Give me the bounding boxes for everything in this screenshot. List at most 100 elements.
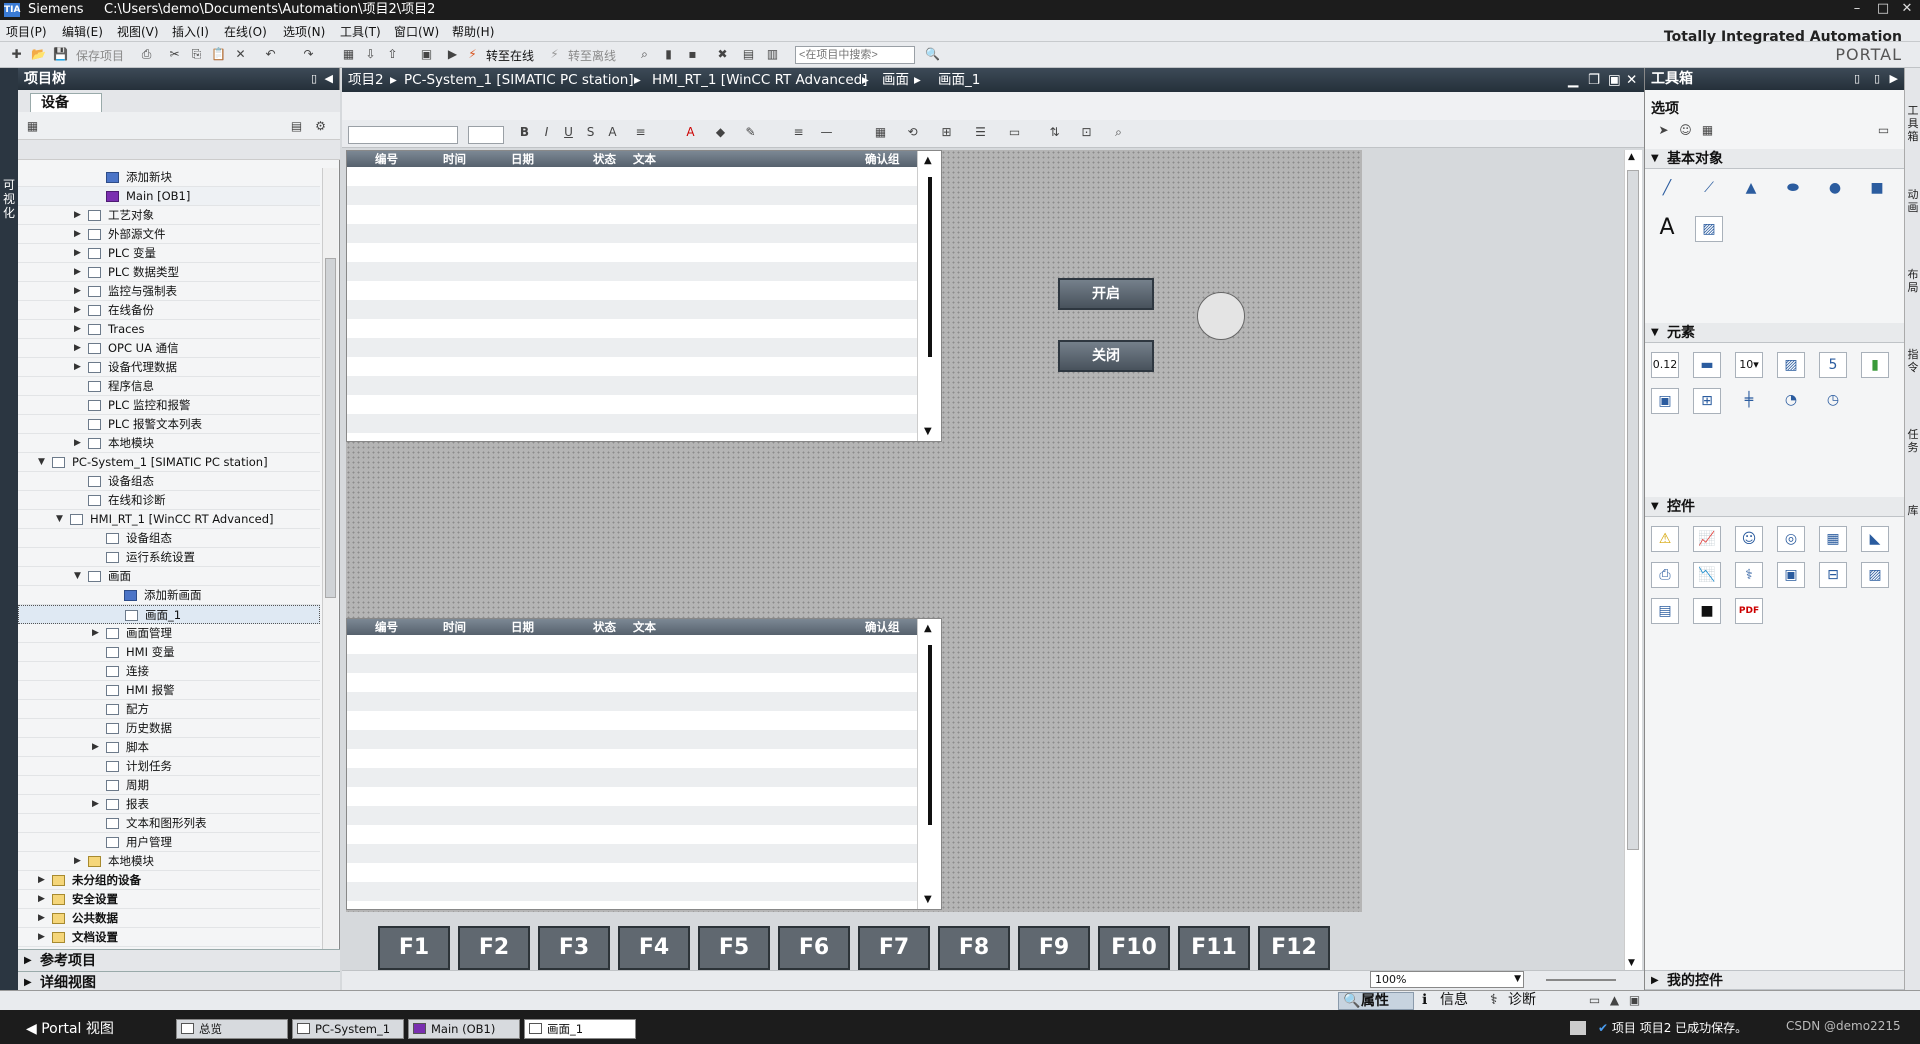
collapsed-arrow-icon[interactable]: ▶ <box>74 434 81 453</box>
editor-restore-icon[interactable]: ❐ <box>1588 68 1600 92</box>
search-go-icon[interactable]: 🔍 <box>924 46 941 63</box>
collapsed-arrow-icon[interactable]: ▶ <box>92 738 99 757</box>
col-time[interactable]: 时间 <box>443 151 466 167</box>
collapsed-arrow-icon[interactable]: ▶ <box>74 320 81 339</box>
col-number[interactable]: 编号 <box>375 619 398 635</box>
save-icon[interactable]: 💾 <box>52 46 69 63</box>
fkey-f5[interactable]: F5 <box>698 926 770 970</box>
tree-item[interactable]: ▶ 监控与强制表 <box>18 282 320 301</box>
align-objects-icon[interactable]: ⊞ <box>938 124 955 141</box>
go-online-icon[interactable]: ⚡ <box>464 46 481 63</box>
diagnostics-icon[interactable]: ⚕ <box>1735 562 1763 588</box>
ellipse-tool-icon[interactable]: ⬬ <box>1779 176 1807 202</box>
project-search-input[interactable] <box>795 46 915 64</box>
flip-icon[interactable]: ⇅ <box>1046 124 1063 141</box>
printer-icon[interactable]: ⎙ <box>1651 562 1679 588</box>
text-field-tool-icon[interactable]: A <box>1653 216 1681 242</box>
info-tab[interactable]: ℹ 信息 <box>1418 992 1486 1010</box>
tree-item[interactable]: ▶ 公共数据 <box>18 909 320 928</box>
fkey-f3[interactable]: F3 <box>538 926 610 970</box>
tree-item[interactable]: ▶ 安全设置 <box>18 890 320 909</box>
inspector-float-icon[interactable]: ▣ <box>1626 992 1643 1009</box>
tree-item[interactable]: ▶ PLC 数据类型 <box>18 263 320 282</box>
menu-options[interactable]: 选项(N) <box>283 23 325 40</box>
align-icon[interactable]: ≡ <box>632 124 649 141</box>
col-status[interactable]: 状态 <box>593 151 616 167</box>
line-width-icon[interactable]: ≡ <box>790 124 807 141</box>
line-color-icon[interactable]: ✎ <box>742 124 759 141</box>
download-icon[interactable]: ⇩ <box>362 46 379 63</box>
circle-tool-icon[interactable]: ● <box>1821 176 1849 202</box>
user-view-icon[interactable]: ☺ <box>1735 526 1763 552</box>
fkey-f11[interactable]: F11 <box>1178 926 1250 970</box>
menu-help[interactable]: 帮助(H) <box>452 23 494 40</box>
collapsed-arrow-icon[interactable]: ▶ <box>74 225 81 244</box>
font-size-up-icon[interactable]: A <box>604 124 621 141</box>
split-vertical-icon[interactable]: ▥ <box>764 46 781 63</box>
tree-item[interactable]: ▶ 设备代理数据 <box>18 358 320 377</box>
side-tab-toolbox[interactable]: 工具箱 <box>1906 104 1920 143</box>
collapsed-arrow-icon[interactable]: ▶ <box>38 871 45 890</box>
section-elements[interactable]: ▼ 元素 <box>1645 323 1905 343</box>
group-icon[interactable]: ⊡ <box>1078 124 1095 141</box>
redo-icon[interactable]: ↷ <box>300 46 317 63</box>
editor-close-icon[interactable]: ✕ <box>1626 68 1637 92</box>
font-select[interactable] <box>348 126 458 144</box>
breadcrumb-hmi[interactable]: HMI_RT_1 [WinCC RT Advanced] <box>652 68 867 92</box>
breadcrumb-screens[interactable]: 画面 <box>882 68 909 92</box>
tree-item[interactable]: ▶ 文档设置 <box>18 928 320 947</box>
tree-item[interactable]: 程序信息 <box>18 377 320 396</box>
bar-icon[interactable]: ▮ <box>1861 352 1889 378</box>
accessible-devices-icon[interactable]: ⌕ <box>636 46 653 63</box>
graphic-io-icon[interactable]: ▨ <box>1777 352 1805 378</box>
tree-item[interactable]: 设备组态 <box>18 529 320 548</box>
status-force-icon[interactable]: ⊟ <box>1819 562 1847 588</box>
alarm-view-icon[interactable]: ⚠ <box>1651 526 1679 552</box>
polyline-tool-icon[interactable]: ⟋ <box>1695 176 1723 202</box>
tree-item[interactable]: Main [OB1] <box>18 187 320 206</box>
bold-icon[interactable]: B <box>516 124 533 141</box>
tree-item[interactable]: 历史数据 <box>18 719 320 738</box>
compile-icon[interactable]: ▦ <box>340 46 357 63</box>
tree-item[interactable]: 连接 <box>18 662 320 681</box>
stop-cpu-icon[interactable]: ▪ <box>684 46 701 63</box>
go-online-button[interactable]: 转至在线 <box>486 47 534 64</box>
cross-reference-icon[interactable]: ✖ <box>714 46 731 63</box>
tree-item[interactable]: 在线和诊断 <box>18 491 320 510</box>
alarm-view-bottom[interactable]: 编号 时间 日期 状态 文本 确认组 ▲ ▼ <box>346 618 942 910</box>
col-text[interactable]: 文本 <box>633 619 656 635</box>
tree-item[interactable]: ▶ 未分组的设备 <box>18 871 320 890</box>
start-runtime-icon[interactable]: ▶ <box>444 46 461 63</box>
tree-item[interactable]: PLC 报警文本列表 <box>18 415 320 434</box>
scroll-down-icon[interactable]: ▼ <box>924 426 932 437</box>
underline-icon[interactable]: U <box>560 124 577 141</box>
simulation-icon[interactable]: ▣ <box>418 46 435 63</box>
recipe-view-icon[interactable]: ▦ <box>1819 526 1847 552</box>
scroll-thumb[interactable] <box>1627 170 1639 850</box>
graphic-view-tool-icon[interactable]: ▨ <box>1695 216 1723 242</box>
sm-icon[interactable]: ◣ <box>1861 526 1889 552</box>
menu-tools[interactable]: 工具(T) <box>340 23 381 40</box>
tree-item[interactable]: 用户管理 <box>18 833 320 852</box>
tree-item[interactable]: ▶ 在线备份 <box>18 301 320 320</box>
paste-icon[interactable]: 📋 <box>210 46 227 63</box>
breadcrumb-project[interactable]: 项目2 <box>348 68 384 92</box>
editor-minimize-icon[interactable]: ▁ <box>1568 68 1578 92</box>
collapsed-arrow-icon[interactable]: ▶ <box>74 339 81 358</box>
expanded-arrow-icon[interactable]: ▼ <box>56 510 63 529</box>
scroll-down-icon[interactable]: ▼ <box>924 894 932 905</box>
side-tab-layout[interactable]: 布局 <box>1906 268 1920 294</box>
indicator-circle[interactable] <box>1197 292 1245 340</box>
menu-window[interactable]: 窗口(W) <box>394 23 439 40</box>
undo-icon[interactable]: ↶ <box>262 46 279 63</box>
menu-project[interactable]: 项目(P) <box>6 23 47 40</box>
html-browser-icon[interactable]: ◎ <box>1777 526 1805 552</box>
font-color-icon[interactable]: A <box>682 124 699 141</box>
collapsed-arrow-icon[interactable]: ▶ <box>38 928 45 947</box>
collapse-panel-icon[interactable]: ◀ <box>325 68 333 90</box>
strikethrough-icon[interactable]: S <box>582 124 599 141</box>
tree-item[interactable]: ▶ 本地模块 <box>18 434 320 453</box>
tree-item[interactable]: 周期 <box>18 776 320 795</box>
scroll-up-icon[interactable]: ▲ <box>924 623 932 634</box>
tree-item[interactable]: ▶ 工艺对象 <box>18 206 320 225</box>
